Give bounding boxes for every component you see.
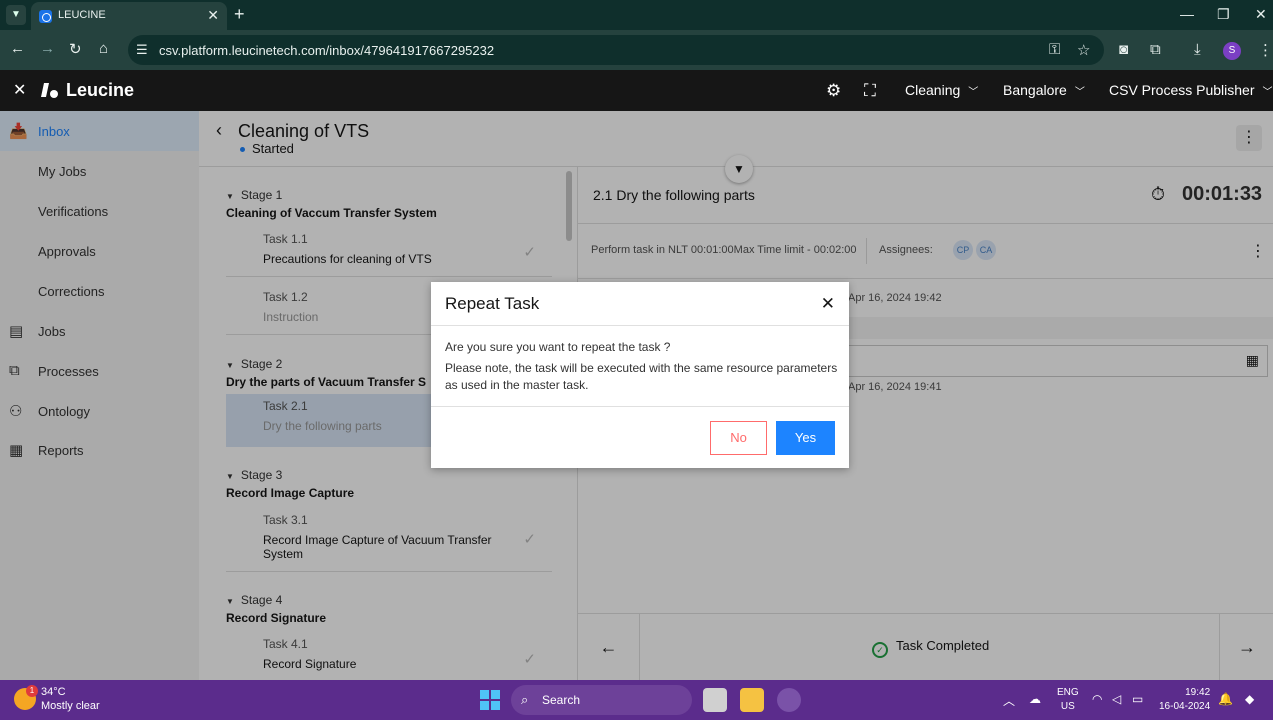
camera-extension-icon[interactable]: ◙ <box>1119 41 1128 58</box>
file-explorer-icon[interactable] <box>740 688 764 712</box>
divider <box>431 406 849 407</box>
role-label: CSV Process Publisher <box>1109 82 1255 98</box>
taskbar-search[interactable]: ⌕ Search <box>511 685 692 715</box>
window-close-icon[interactable]: ✕ <box>1255 6 1267 23</box>
facility-label: Cleaning <box>905 82 961 98</box>
profile-avatar[interactable]: S <box>1223 42 1241 60</box>
minimize-icon[interactable]: — <box>1180 6 1194 22</box>
language-indicator[interactable]: ENG US <box>1057 686 1079 714</box>
region-code: US <box>1060 701 1075 712</box>
extensions-icon[interactable]: ⧉ <box>1150 41 1161 58</box>
cloud-icon[interactable]: ☁ <box>1029 692 1041 706</box>
modal-note: Please note, the task will be executed w… <box>445 361 838 392</box>
browser-tab-bar: ▼ LEUCINE ✕ + — ❐ ✕ <box>0 0 1273 30</box>
forward-icon[interactable]: → <box>40 40 55 57</box>
divider <box>431 325 849 326</box>
no-button[interactable]: No <box>710 421 767 455</box>
clock-time: 19:42 <box>1185 687 1211 698</box>
chevron-down-icon: ﹀ <box>968 87 979 98</box>
windows-start-icon[interactable] <box>480 690 500 710</box>
os-taskbar: 1 34°C Mostly clear ⌕ Search ︿ ☁ ENG US ◠… <box>0 680 1273 720</box>
notification-bell-icon[interactable]: 🔔 <box>1218 692 1233 706</box>
settings-gear-icon[interactable]: ⚙ <box>826 81 841 101</box>
close-icon[interactable]: ✕ <box>821 294 835 314</box>
chrome-icon[interactable] <box>777 688 801 712</box>
leucine-favicon-icon <box>39 10 52 23</box>
scan-icon[interactable]: ⛶ <box>864 81 876 101</box>
chevron-down-icon: ﹀ <box>1074 87 1085 98</box>
bookmark-star-icon[interactable]: ☆ <box>1077 41 1090 59</box>
copilot-icon[interactable]: ◆ <box>1245 692 1254 706</box>
browser-toolbar: ← → ↻ ⌂ ☰ csv.platform.leucinetech.com/i… <box>0 30 1273 70</box>
repeat-task-modal: Repeat Task ✕ Are you sure you want to r… <box>431 282 849 468</box>
system-clock[interactable]: 19:42 16-04-2024 <box>1159 686 1210 714</box>
address-bar[interactable]: ☰ csv.platform.leucinetech.com/inbox/479… <box>128 35 1104 65</box>
back-icon[interactable]: ← <box>10 40 25 57</box>
role-dropdown[interactable]: CSV Process Publisher ﹀ <box>1109 82 1273 98</box>
home-icon[interactable]: ⌂ <box>99 40 108 57</box>
browser-menu-icon[interactable]: ⋮ <box>1258 41 1273 59</box>
location-label: Bangalore <box>1003 82 1067 98</box>
battery-icon[interactable]: ▭ <box>1132 692 1143 706</box>
chevron-down-icon: ﹀ <box>1262 87 1273 98</box>
wifi-icon[interactable]: ◠ <box>1092 692 1102 706</box>
download-icon[interactable]: ⤓ <box>1194 41 1201 58</box>
search-label: Search <box>542 693 581 707</box>
tab-title: LEUCINE <box>58 9 106 21</box>
weather-condition[interactable]: Mostly clear <box>41 700 100 712</box>
new-tab-button[interactable]: + <box>234 4 245 25</box>
temperature[interactable]: 34°C <box>41 686 66 698</box>
yes-button[interactable]: Yes <box>776 421 835 455</box>
tab-search-button[interactable]: ▼ <box>6 5 26 25</box>
search-icon: ⌕ <box>521 692 529 707</box>
close-icon[interactable]: ✕ <box>13 80 26 100</box>
chevron-up-icon[interactable]: ︿ <box>1003 692 1015 709</box>
maximize-icon[interactable]: ❐ <box>1217 6 1230 23</box>
language-code: ENG <box>1057 687 1079 698</box>
notification-badge: 1 <box>26 685 38 697</box>
clock-date: 16-04-2024 <box>1159 701 1211 712</box>
app-header: ✕ Leucine ⚙ ⛶ Cleaning ﹀ Bangalore ﹀ CSV P… <box>0 70 1273 111</box>
site-info-icon[interactable]: ☰ <box>136 42 148 58</box>
task-view-icon[interactable] <box>703 688 727 712</box>
browser-tab[interactable]: LEUCINE ✕ <box>31 2 227 30</box>
volume-icon[interactable]: ◁ <box>1112 692 1121 706</box>
url-text[interactable]: csv.platform.leucinetech.com/inbox/47964… <box>159 43 494 58</box>
tab-close-icon[interactable]: ✕ <box>207 7 219 24</box>
password-key-icon[interactable]: ⚿ <box>1049 41 1060 58</box>
modal-title: Repeat Task <box>445 294 540 313</box>
facility-dropdown[interactable]: Cleaning ﹀ <box>905 82 978 98</box>
reload-icon[interactable]: ↻ <box>69 40 82 58</box>
brand-name: Leucine <box>66 80 135 100</box>
leucine-logo-icon <box>41 83 58 98</box>
modal-question: Are you sure you want to repeat the task… <box>445 340 671 354</box>
location-dropdown[interactable]: Bangalore ﹀ <box>1003 82 1085 98</box>
